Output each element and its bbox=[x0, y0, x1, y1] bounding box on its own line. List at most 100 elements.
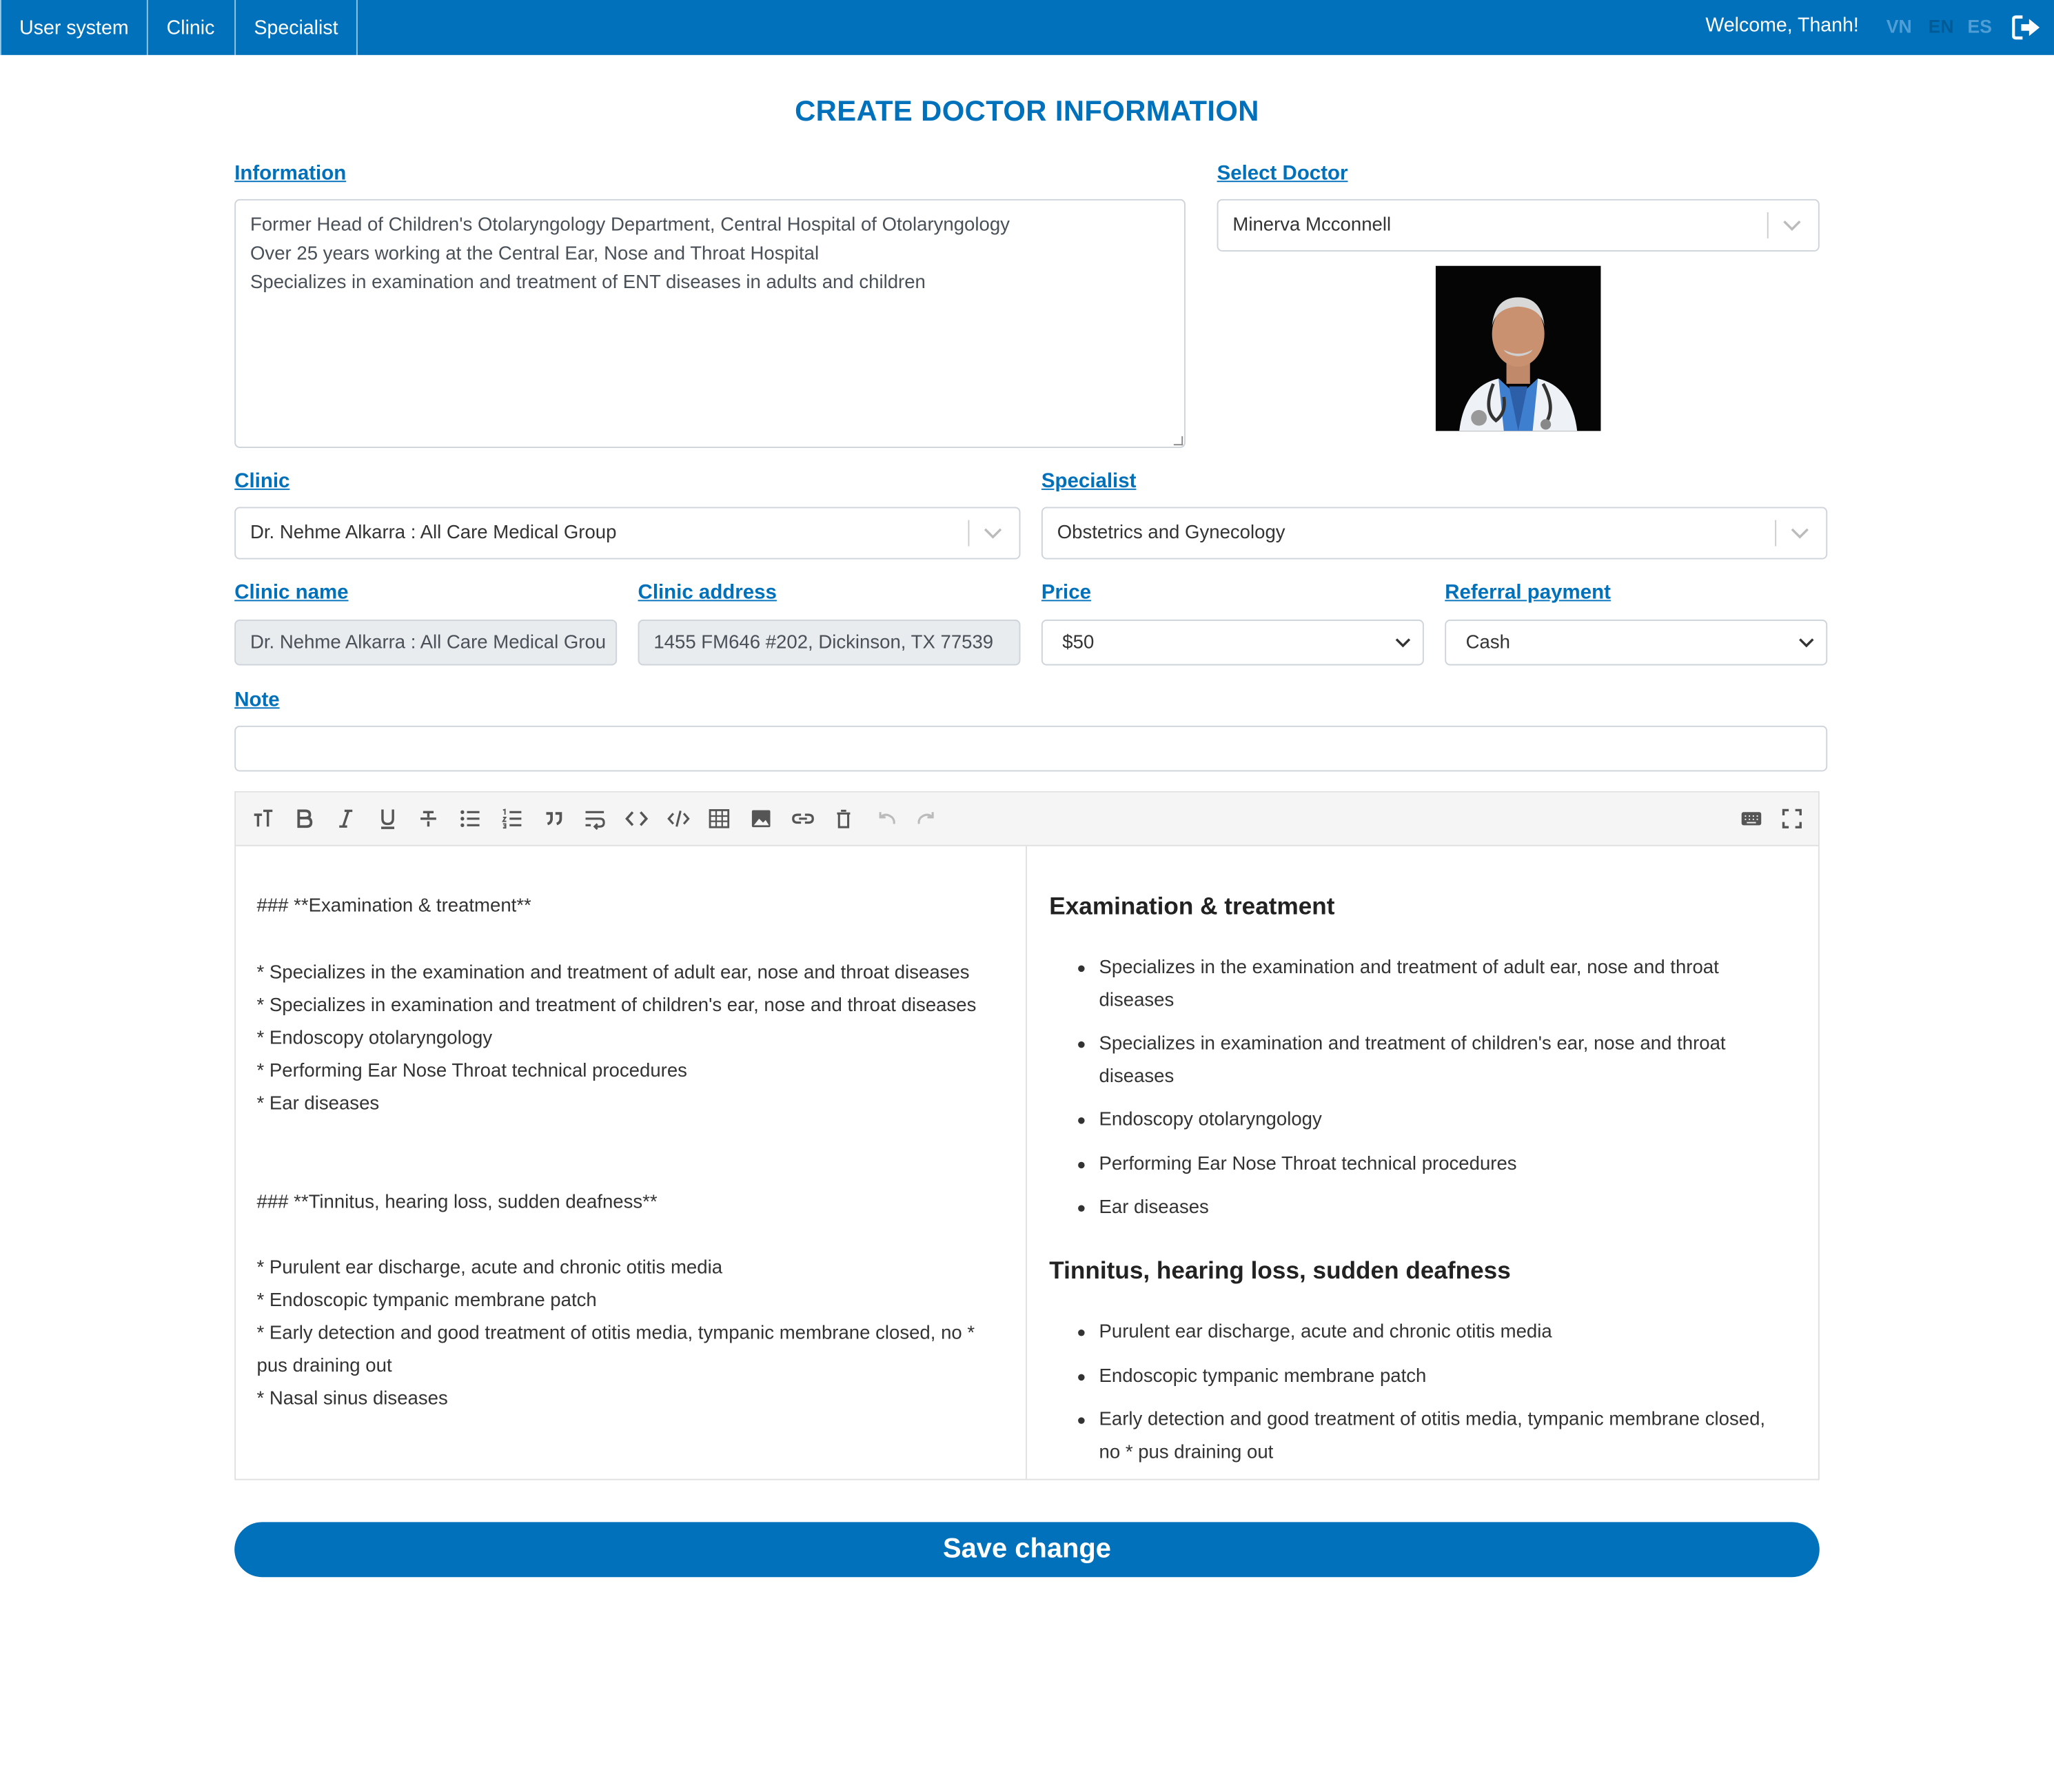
chevron-down-icon[interactable] bbox=[984, 525, 1002, 541]
preview-list-item: Ear diseases bbox=[1078, 1192, 1780, 1225]
preview-list-item: Early detection and good treatment of ot… bbox=[1078, 1404, 1780, 1469]
markdown-line: ### **Examination & treatment** bbox=[256, 895, 531, 917]
markdown-source-pane[interactable]: ### **Examination & treatment** * Specia… bbox=[236, 846, 1027, 1479]
preview-heading: Tinnitus, hearing loss, sudden deafness bbox=[1049, 1256, 1511, 1284]
numbered-list-icon[interactable] bbox=[500, 807, 524, 831]
bullet bbox=[1078, 1205, 1085, 1212]
specialist-label: Specialist bbox=[1041, 470, 1137, 493]
table-icon[interactable] bbox=[707, 807, 731, 831]
specialist-value: Obstetrics and Gynecology bbox=[1057, 522, 1285, 544]
italic-icon[interactable] bbox=[334, 807, 358, 831]
inline-code-icon[interactable] bbox=[625, 807, 649, 831]
information-textarea[interactable]: Former Head of Children's Otolaryngology… bbox=[234, 198, 1186, 448]
page: User system Clinic Specialist Welcome, T… bbox=[0, 0, 2054, 1786]
clinic-name-label: Clinic name bbox=[234, 581, 349, 604]
information-line: Former Head of Children's Otolaryngology… bbox=[250, 214, 1010, 236]
preview-list-item: Performing Ear Nose Throat technical pro… bbox=[1078, 1149, 1780, 1182]
information-line: Specializes in examination and treatment… bbox=[250, 272, 926, 294]
link-icon[interactable] bbox=[791, 807, 815, 831]
select-doctor-label: Select Doctor bbox=[1217, 162, 1348, 185]
markdown-line: * Specializes in examination and treatme… bbox=[256, 995, 977, 1017]
price-value: $50 bbox=[1062, 632, 1095, 654]
resize-handle[interactable] bbox=[1173, 436, 1183, 446]
markdown-line: * Endoscopy otolaryngology bbox=[256, 1028, 493, 1050]
chevron-down-icon bbox=[1799, 638, 1814, 648]
preview-list-text: Endoscopic tympanic membrane patch bbox=[1099, 1366, 1427, 1387]
lang-es[interactable]: ES bbox=[1968, 0, 1993, 52]
bullet bbox=[1078, 1330, 1085, 1336]
quote-icon[interactable] bbox=[542, 807, 566, 831]
clinic-dropdown[interactable]: Dr. Nehme Alkarra : All Care Medical Gro… bbox=[234, 507, 1021, 560]
information-label: Information bbox=[234, 162, 347, 185]
select-doctor-dropdown[interactable]: Minerva Mcconnell bbox=[1217, 198, 1820, 252]
divider bbox=[968, 520, 970, 547]
lang-en[interactable]: EN bbox=[1929, 0, 1954, 52]
bullet bbox=[1078, 1161, 1085, 1169]
divider bbox=[1775, 520, 1777, 547]
referral-payment-label: Referral payment bbox=[1445, 581, 1611, 604]
preview-list-text: Specializes in the examination and treat… bbox=[1099, 957, 1719, 1012]
heading-icon[interactable] bbox=[252, 807, 275, 831]
page-title: CREATE DOCTOR INFORMATION bbox=[795, 94, 1259, 128]
editor-toolbar bbox=[236, 792, 1818, 846]
lang-vn[interactable]: VN bbox=[1887, 0, 1912, 52]
markdown-line: ### **Tinnitus, hearing loss, sudden dea… bbox=[256, 1192, 658, 1213]
redo-icon[interactable] bbox=[915, 807, 939, 831]
undo-icon[interactable] bbox=[874, 807, 897, 831]
bullet bbox=[1078, 1374, 1085, 1381]
clinic-address-value: 1455 FM646 #202, Dickinson, TX 77539 bbox=[653, 632, 994, 654]
chevron-down-icon bbox=[1395, 638, 1411, 648]
markdown-line: * Nasal sinus diseases bbox=[256, 1388, 448, 1409]
fullscreen-icon[interactable] bbox=[1780, 807, 1804, 831]
referral-payment-value: Cash bbox=[1465, 632, 1511, 654]
logout-icon[interactable] bbox=[2012, 14, 2041, 41]
preview-list-text: Ear diseases bbox=[1099, 1197, 1209, 1219]
clinic-name-value: Dr. Nehme Alkarra : All Care Medical Gro… bbox=[250, 632, 607, 654]
clinic-address-input[interactable]: 1455 FM646 #202, Dickinson, TX 77539 bbox=[638, 619, 1021, 666]
nav-user-system[interactable]: User system bbox=[0, 0, 148, 55]
divider bbox=[1767, 212, 1769, 238]
strikethrough-icon[interactable] bbox=[416, 807, 440, 831]
wrap-icon[interactable] bbox=[583, 807, 607, 831]
information-line: Over 25 years working at the Central Ear… bbox=[250, 243, 820, 265]
specialist-dropdown[interactable]: Obstetrics and Gynecology bbox=[1041, 507, 1828, 560]
markdown-line: * Ear diseases bbox=[256, 1093, 380, 1115]
markdown-line: * Purulent ear discharge, acute and chro… bbox=[256, 1257, 723, 1279]
clear-icon[interactable] bbox=[832, 807, 855, 831]
bold-icon[interactable] bbox=[292, 807, 316, 831]
keyboard-icon[interactable] bbox=[1740, 807, 1763, 831]
preview-list-text: Early detection and good treatment of ot… bbox=[1099, 1409, 1766, 1463]
note-label: Note bbox=[234, 689, 280, 711]
preview-list-item: Purulent ear discharge, acute and chroni… bbox=[1078, 1316, 1780, 1350]
bullet bbox=[1078, 965, 1085, 973]
save-change-button[interactable]: Save change bbox=[234, 1522, 1820, 1578]
bullet bbox=[1078, 1417, 1085, 1424]
bullet-list-icon[interactable] bbox=[458, 807, 482, 831]
nav-specialist[interactable]: Specialist bbox=[236, 0, 358, 55]
chevron-down-icon[interactable] bbox=[1791, 525, 1809, 541]
preview-list-text: Purulent ear discharge, acute and chroni… bbox=[1099, 1321, 1552, 1343]
markdown-line: * Early detection and good treatment of … bbox=[256, 1323, 975, 1344]
clinic-value: Dr. Nehme Alkarra : All Care Medical Gro… bbox=[250, 522, 617, 544]
nav-clinic[interactable]: Clinic bbox=[147, 0, 236, 55]
chevron-down-icon[interactable] bbox=[1783, 217, 1802, 233]
price-select[interactable]: $50 bbox=[1041, 619, 1424, 666]
doctor-photo bbox=[1435, 265, 1601, 431]
clinic-address-label: Clinic address bbox=[638, 581, 777, 604]
markdown-line: pus draining out bbox=[256, 1356, 392, 1377]
welcome-text: Welcome, Thanh! bbox=[1705, 14, 1859, 37]
clinic-label: Clinic bbox=[234, 470, 290, 493]
bullet bbox=[1078, 1117, 1085, 1124]
code-block-icon[interactable] bbox=[667, 807, 690, 831]
bullet bbox=[1078, 1041, 1085, 1048]
clinic-name-input[interactable]: Dr. Nehme Alkarra : All Care Medical Gro… bbox=[234, 619, 618, 666]
referral-payment-select[interactable]: Cash bbox=[1445, 619, 1828, 666]
markdown-preview-pane: Examination & treatment Specializes in t… bbox=[1028, 846, 1818, 1479]
select-doctor-value: Minerva Mcconnell bbox=[1232, 214, 1392, 236]
preview-list-item: Specializes in the examination and treat… bbox=[1078, 953, 1780, 1018]
note-input[interactable] bbox=[234, 725, 1828, 772]
image-icon[interactable] bbox=[749, 807, 773, 831]
preview-list-text: Performing Ear Nose Throat technical pro… bbox=[1099, 1154, 1517, 1175]
underline-icon[interactable] bbox=[376, 807, 399, 831]
preview-list-item: Endoscopic tympanic membrane patch bbox=[1078, 1361, 1780, 1394]
